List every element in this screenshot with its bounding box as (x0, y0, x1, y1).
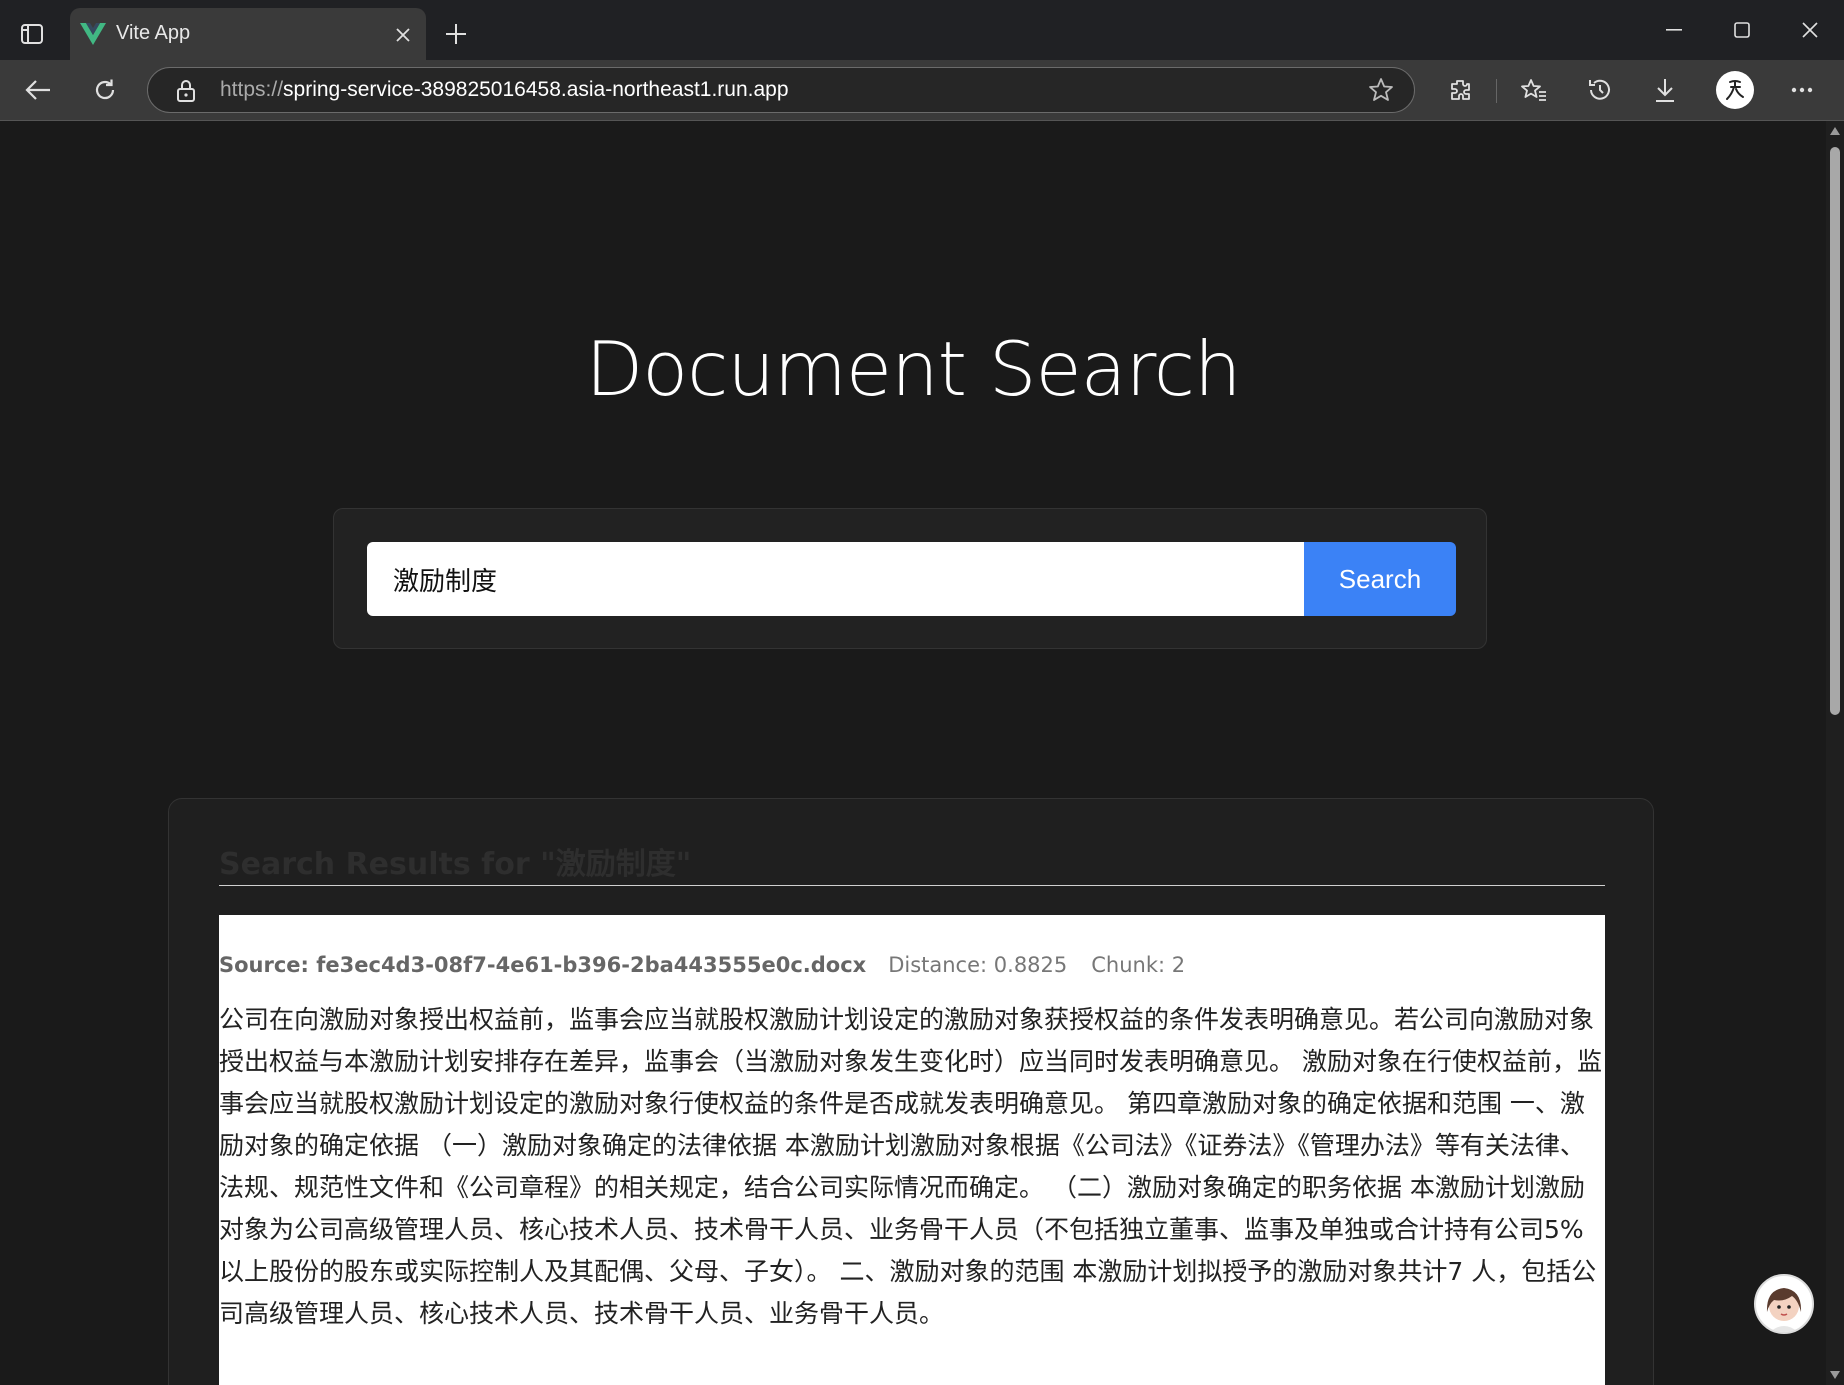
more-options-icon[interactable] (1782, 70, 1822, 110)
search-card: Search (333, 508, 1487, 649)
assistant-avatar-icon[interactable] (1754, 1274, 1814, 1334)
lock-icon[interactable] (176, 79, 196, 107)
page-title: Document Search (585, 325, 1241, 413)
maximize-icon[interactable] (1714, 10, 1770, 50)
history-icon[interactable] (1580, 70, 1620, 110)
result-item: Source: fe3ec4d3-08f7-4e61-b396-2ba44355… (219, 915, 1605, 1385)
page-scrollbar[interactable] (1826, 121, 1844, 1385)
url-host: spring-service-389825016458.asia-northea… (283, 78, 789, 101)
url-text: https://spring-service-389825016458.asia… (220, 78, 789, 102)
minimize-icon[interactable] (1646, 10, 1702, 50)
browser-toolbar: https://spring-service-389825016458.asia… (0, 60, 1844, 121)
browser-tab[interactable]: Vite App (70, 8, 426, 60)
downloads-icon[interactable] (1645, 70, 1685, 110)
favorites-list-icon[interactable] (1514, 70, 1554, 110)
address-bar[interactable]: https://spring-service-389825016458.asia… (147, 67, 1415, 113)
extensions-puzzle-icon[interactable] (1440, 70, 1480, 110)
profile-avatar[interactable] (1716, 71, 1754, 109)
result-distance: Distance: 0.8825 (888, 953, 1068, 977)
search-button[interactable]: Search (1304, 542, 1456, 616)
favorite-star-icon[interactable] (1368, 77, 1394, 107)
tab-actions-icon[interactable] (12, 16, 52, 52)
browser-title-bar: Vite App (0, 0, 1844, 60)
vue-logo-icon (80, 22, 106, 46)
refresh-icon[interactable] (85, 70, 125, 110)
scroll-down-arrow-icon[interactable] (1830, 1371, 1840, 1379)
results-card: Search Results for "激励制度" Source: fe3ec4… (168, 798, 1654, 1385)
tab-title: Vite App (116, 22, 191, 44)
close-tab-icon[interactable] (390, 22, 416, 48)
scrollbar-thumb[interactable] (1830, 147, 1840, 715)
new-tab-icon[interactable] (438, 16, 474, 52)
back-arrow-icon[interactable] (18, 70, 58, 110)
result-meta: Source: fe3ec4d3-08f7-4e61-b396-2ba44355… (219, 953, 1185, 977)
toolbar-separator (1496, 79, 1497, 103)
close-window-icon[interactable] (1782, 10, 1838, 50)
result-source: Source: fe3ec4d3-08f7-4e61-b396-2ba44355… (219, 953, 867, 977)
result-chunk: Chunk: 2 (1091, 953, 1186, 977)
search-input[interactable] (367, 542, 1304, 616)
url-protocol: https:// (220, 78, 284, 101)
scroll-up-arrow-icon[interactable] (1830, 127, 1840, 135)
page-viewport: Document Search Search Search Results fo… (0, 121, 1826, 1385)
result-text: 公司在向激励对象授出权益前，监事会应当就股权激励计划设定的激励对象获授权益的条件… (219, 1005, 1602, 1328)
results-heading: Search Results for "激励制度" (219, 847, 692, 882)
results-divider (219, 885, 1605, 886)
